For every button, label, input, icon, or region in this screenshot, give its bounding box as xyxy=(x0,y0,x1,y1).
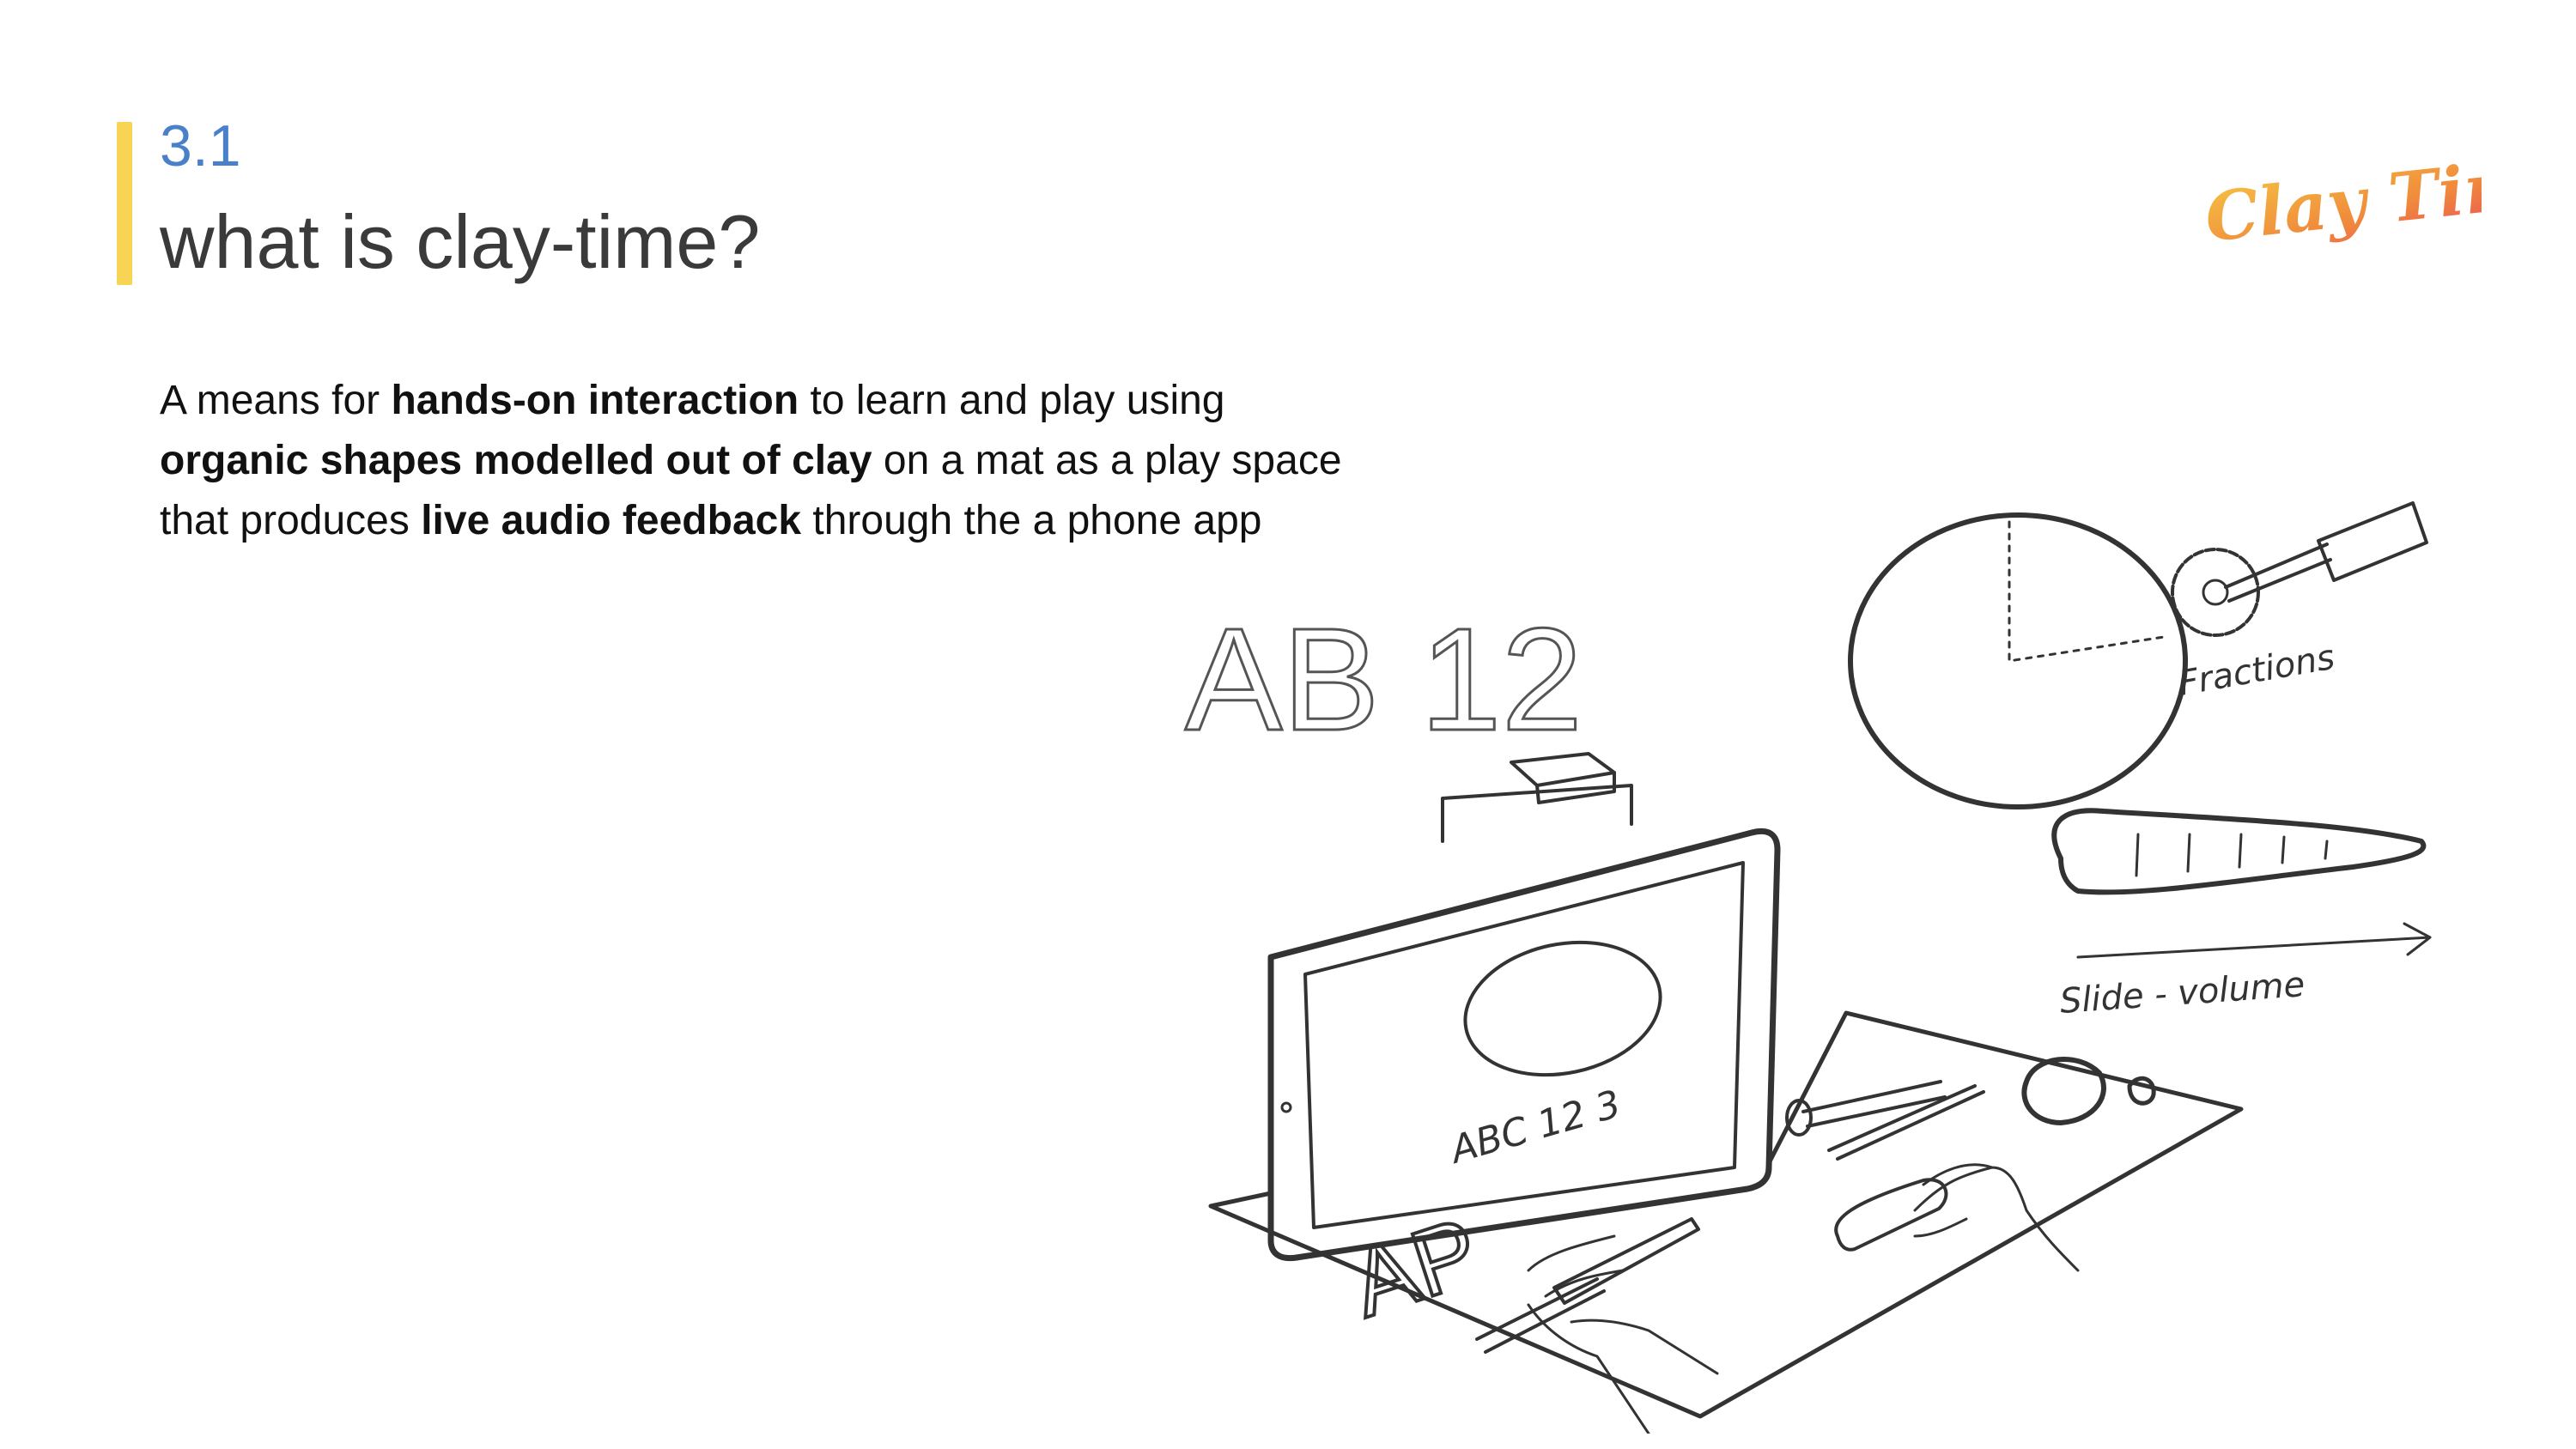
label-fractions: Fractions xyxy=(2176,638,2338,704)
fraction-pie-sketch xyxy=(1848,512,2188,809)
label-slide-volume: Slide - volume xyxy=(2058,965,2306,1022)
desc-text-1: A means for xyxy=(160,378,392,423)
clay-blobs-sketch xyxy=(2021,1057,2156,1125)
logo-text: Clay Time xyxy=(2202,141,2482,258)
slide-title: what is clay-time? xyxy=(160,199,761,284)
screen-text: ABC 12 3 xyxy=(1443,1082,1625,1173)
desc-bold-audio-feedback: live audio feedback xyxy=(421,498,802,543)
sketch-letters-ab12: AB 12 xyxy=(1185,598,1583,761)
play-mat-sketch xyxy=(1208,1010,2244,1419)
desc-bold-organic-shapes: organic shapes modelled out of clay xyxy=(160,438,872,483)
desc-text-2: to learn and play using xyxy=(799,378,1225,423)
pizza-cutter-sketch xyxy=(2171,501,2428,637)
section-number: 3.1 xyxy=(160,113,241,179)
tablet-sketch xyxy=(1267,828,1781,1262)
rolling-pin-sketch xyxy=(1785,1080,1985,1161)
clay-time-sketch-illustration: AB 12 Fractions Slide - volume ABC 12 3 xyxy=(1184,501,2432,1434)
desc-bold-hands-on: hands-on interaction xyxy=(391,378,799,423)
claytime-logo: Clay Time xyxy=(2202,141,2482,258)
camera-mount-sketch xyxy=(1441,752,1633,843)
hands-sketch xyxy=(1475,1163,2080,1434)
accent-bar xyxy=(117,122,132,285)
carrot-slider-sketch xyxy=(2051,808,2432,959)
